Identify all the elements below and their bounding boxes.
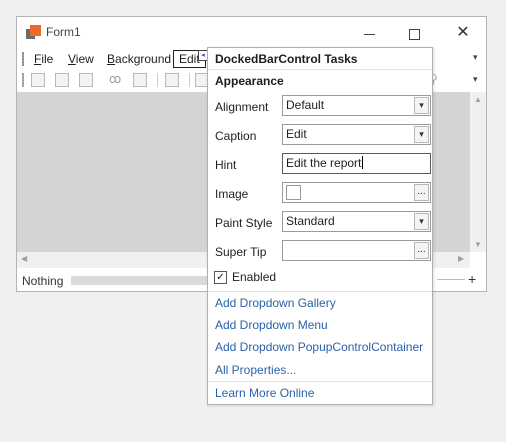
zoom-in-icon[interactable]: + [468, 271, 476, 287]
maximize-button[interactable] [398, 22, 430, 44]
enabled-label[interactable]: Enabled [232, 270, 276, 284]
alignment-value: Default [286, 98, 325, 112]
close-icon: ✕ [456, 24, 470, 41]
section-title-appearance: Appearance [215, 74, 284, 88]
all-properties-link[interactable]: All Properties... [215, 363, 296, 377]
chevron-down-icon[interactable]: ▾ [414, 213, 429, 230]
new-icon[interactable] [31, 73, 45, 87]
divider [208, 69, 432, 70]
maximize-icon [408, 28, 420, 40]
hint-value: Edit the report [286, 156, 362, 170]
chevron-down-icon[interactable]: ▾ [414, 97, 429, 114]
panel-title: DockedBarControl Tasks [215, 52, 358, 66]
paint-style-label: Paint Style [215, 216, 273, 230]
scroll-right-icon[interactable]: ▶ [458, 254, 464, 263]
caption-select[interactable]: Edit ▾ [282, 124, 431, 145]
paint-style-select[interactable]: Standard ▾ [282, 211, 431, 232]
divider [208, 381, 432, 382]
list-icon[interactable] [133, 73, 147, 87]
menu-view[interactable]: View [63, 50, 99, 68]
add-dropdown-gallery-link[interactable]: Add Dropdown Gallery [215, 296, 336, 310]
grid-icon[interactable] [165, 73, 179, 87]
menu-background[interactable]: Background [102, 50, 176, 68]
hint-label: Hint [215, 158, 237, 172]
text-caret [362, 156, 364, 169]
tasks-panel: DockedBarControl Tasks Appearance Alignm… [207, 47, 433, 405]
alignment-select[interactable]: Default ▾ [282, 95, 431, 116]
divider [208, 291, 432, 292]
layout-icon[interactable] [79, 73, 93, 87]
scroll-up-icon[interactable]: ▲ [474, 95, 482, 104]
toolbar-customize-icon[interactable]: ▾ [473, 74, 478, 85]
caption-value: Edit [286, 127, 307, 141]
enabled-checkbox[interactable]: ✓ [214, 271, 227, 284]
status-progress-bar [71, 276, 211, 285]
ellipsis-icon[interactable]: ... [414, 184, 429, 201]
toolbar-grip[interactable] [22, 73, 24, 87]
vertical-scrollbar[interactable]: ▲ ▼ [470, 92, 486, 252]
binoculars-icon[interactable]: ꝏ [109, 72, 121, 86]
close-button[interactable]: ✕ [447, 22, 479, 44]
form-icon [26, 25, 41, 40]
menu-customize-icon[interactable]: ▾ [473, 52, 478, 63]
title-bar: Form1 ✕ [17, 17, 486, 48]
window-title: Form1 [46, 25, 81, 39]
scroll-left-icon[interactable]: ◀ [21, 254, 27, 263]
image-preview [286, 185, 301, 200]
menu-file[interactable]: File [29, 50, 58, 68]
image-label: Image [215, 187, 249, 201]
alignment-label: Alignment [215, 100, 269, 114]
caption-label: Caption [215, 129, 257, 143]
super-tip-label: Super Tip [215, 245, 267, 259]
toolbar-separator [189, 73, 190, 87]
add-dropdown-menu-link[interactable]: Add Dropdown Menu [215, 318, 328, 332]
minimize-button[interactable] [353, 22, 385, 44]
clipboard-icon[interactable] [55, 73, 69, 87]
paint-style-value: Standard [286, 214, 335, 228]
status-text: Nothing [22, 274, 64, 288]
ellipsis-icon[interactable]: ... [414, 242, 429, 259]
scroll-down-icon[interactable]: ▼ [474, 240, 482, 249]
hint-input[interactable]: Edit the report [282, 153, 431, 174]
minimize-icon [363, 33, 375, 35]
learn-more-link[interactable]: Learn More Online [215, 386, 314, 400]
add-dropdown-popup-link[interactable]: Add Dropdown PopupControlContainer [215, 340, 423, 354]
image-picker[interactable]: ... [282, 182, 431, 203]
chevron-down-icon[interactable]: ▾ [414, 126, 429, 143]
super-tip-picker[interactable]: ... [282, 240, 431, 261]
menu-bar-grip[interactable] [22, 52, 24, 66]
toolbar-separator [157, 73, 158, 87]
zoom-track[interactable] [437, 279, 465, 280]
